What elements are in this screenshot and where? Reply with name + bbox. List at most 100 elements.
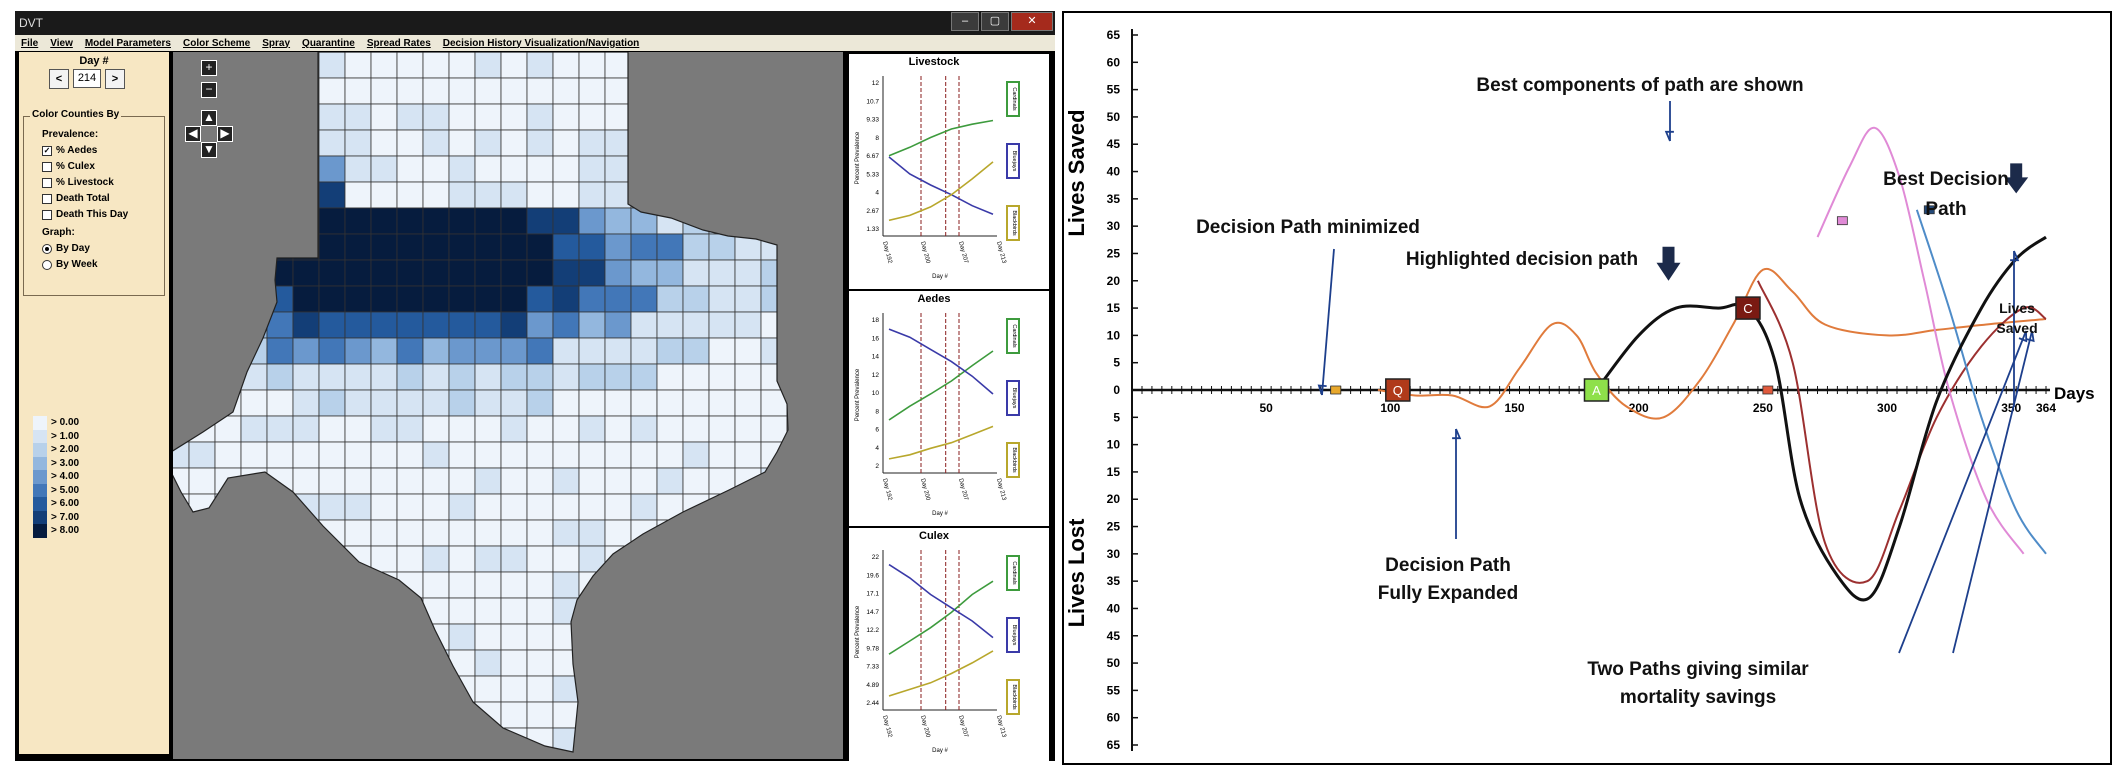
county-cell[interactable] [839,234,843,260]
county-cell[interactable] [396,571,424,599]
county-cell[interactable] [760,519,788,547]
county-cell[interactable] [214,623,242,651]
county-cell[interactable] [526,415,554,443]
county-cell[interactable] [397,754,423,759]
county-cell[interactable] [266,545,294,573]
county-cell[interactable] [760,103,788,131]
county-cell[interactable] [344,181,372,209]
radio-by-week[interactable] [42,259,52,270]
county-cell[interactable] [500,311,528,339]
county-cell[interactable] [839,494,843,520]
county-cell[interactable] [188,363,216,391]
county-cell[interactable] [656,493,684,521]
county-cell[interactable] [813,234,839,260]
county-cell[interactable] [552,597,580,625]
checkbox-aedes[interactable]: ✓ [42,145,52,156]
county-cell[interactable] [760,649,788,677]
county-cell[interactable] [189,754,215,759]
county-cell[interactable] [630,415,658,443]
county-cell[interactable] [656,233,684,261]
county-cell[interactable] [630,441,658,469]
county-cell[interactable] [760,597,788,625]
county-cell[interactable] [500,103,528,131]
county-cell[interactable] [188,441,216,469]
county-cell[interactable] [630,285,658,313]
county-cell[interactable] [604,727,632,754]
county-cell[interactable] [266,597,294,625]
county-cell[interactable] [682,103,710,131]
county-cell[interactable] [682,467,710,495]
county-cell[interactable] [474,52,502,79]
county-cell[interactable] [552,545,580,573]
county-cell[interactable] [682,727,710,754]
county-cell[interactable] [188,207,216,235]
county-cell[interactable] [370,207,398,235]
county-cell[interactable] [786,493,813,521]
county-cell[interactable] [240,233,268,261]
county-cell[interactable] [396,675,424,703]
county-cell[interactable] [813,52,839,78]
county-cell[interactable] [396,52,424,79]
county-cell[interactable] [292,519,320,547]
county-cell[interactable] [266,233,294,261]
county-cell[interactable] [266,649,294,677]
prev-day-button[interactable]: < [49,69,69,89]
county-cell[interactable] [813,468,839,494]
county-cell[interactable] [422,52,450,79]
county-cell[interactable] [813,702,839,728]
county-cell[interactable] [422,181,450,209]
county-cell[interactable] [318,597,346,625]
county-cell[interactable] [734,311,762,339]
county-cell[interactable] [292,675,320,703]
county-cell[interactable] [214,727,242,754]
county-cell[interactable] [813,546,839,572]
county-cell[interactable] [500,389,528,417]
county-cell[interactable] [786,415,813,443]
county-cell[interactable] [214,493,242,521]
county-cell[interactable] [500,493,528,521]
county-cell[interactable] [734,77,762,105]
county-cell[interactable] [735,754,761,759]
county-cell[interactable] [500,363,528,391]
county-cell[interactable] [578,441,606,469]
county-cell[interactable] [292,233,320,261]
county-cell[interactable] [630,337,658,365]
county-cell[interactable] [604,415,632,443]
county-cell[interactable] [682,155,710,183]
checkbox-death-this-day[interactable] [42,209,52,220]
county-cell[interactable] [474,467,502,495]
county-cell[interactable] [553,754,579,759]
county-cell[interactable] [422,675,450,703]
county-cell[interactable] [500,337,528,365]
county-cell[interactable] [656,571,684,599]
county-cell[interactable] [682,701,710,729]
county-cell[interactable] [526,545,554,573]
county-cell[interactable] [734,52,762,79]
county-cell[interactable] [171,623,190,651]
county-cell[interactable] [579,754,605,759]
county-cell[interactable] [240,207,268,235]
county-cell[interactable] [292,285,320,313]
county-cell[interactable] [813,338,839,364]
county-cell[interactable] [604,675,632,703]
county-cell[interactable] [786,649,813,677]
county-cell[interactable] [241,754,267,759]
county-cell[interactable] [682,337,710,365]
county-cell[interactable] [682,259,710,287]
county-cell[interactable] [500,441,528,469]
county-cell[interactable] [813,286,839,312]
county-cell[interactable] [370,623,398,651]
county-cell[interactable] [552,337,580,365]
county-cell[interactable] [500,519,528,547]
county-cell[interactable] [188,259,216,287]
county-cell[interactable] [318,675,346,703]
option-death-total[interactable]: Death Total [42,193,110,204]
county-cell[interactable] [318,649,346,677]
county-cell[interactable] [708,285,736,313]
county-cell[interactable] [396,701,424,729]
county-cell[interactable] [630,597,658,625]
county-cell[interactable] [171,155,190,183]
county-cell[interactable] [552,519,580,547]
county-cell[interactable] [578,493,606,521]
county-cell[interactable] [370,727,398,754]
